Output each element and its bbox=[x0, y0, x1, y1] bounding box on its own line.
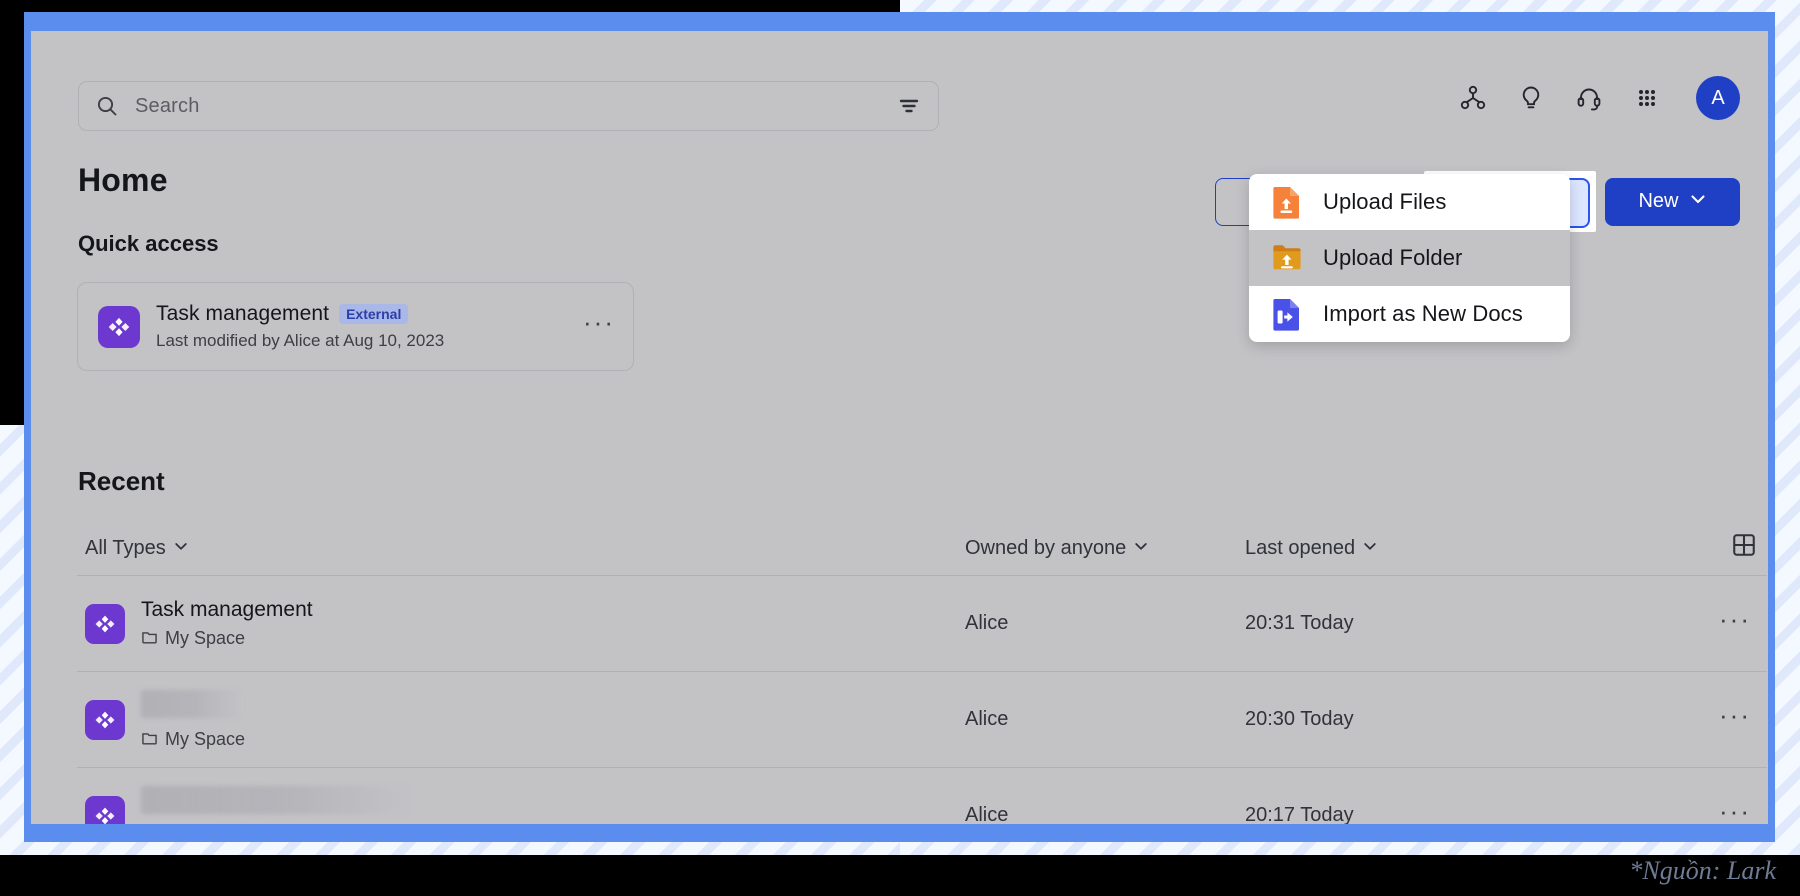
filter-all-types[interactable]: All Types bbox=[77, 537, 965, 560]
row-actions: ··· bbox=[1575, 614, 1767, 634]
org-chart-icon[interactable] bbox=[1458, 83, 1488, 113]
chevron-down-icon bbox=[1689, 190, 1707, 214]
menu-item-upload-folder[interactable]: Upload Folder bbox=[1249, 230, 1570, 286]
header-icon-cluster: A bbox=[1458, 76, 1740, 120]
row-space-label: My Space bbox=[165, 729, 245, 750]
table-body: Task managementMy SpaceAlice20:31 Today·… bbox=[77, 576, 1767, 824]
filter-owned-by[interactable]: Owned by anyone bbox=[965, 537, 1245, 560]
search-placeholder: Search bbox=[135, 95, 200, 118]
row-location: My Space bbox=[141, 729, 245, 750]
table-header-row: All Types Owned by anyone Last opened bbox=[77, 521, 1767, 576]
row-name-text: My Space bbox=[141, 690, 245, 750]
headset-support-icon[interactable] bbox=[1574, 83, 1604, 113]
filter-lines-icon[interactable] bbox=[896, 93, 922, 119]
lightbulb-icon[interactable] bbox=[1516, 83, 1546, 113]
row-more-button[interactable]: ··· bbox=[1719, 710, 1751, 730]
status-badge: External bbox=[339, 304, 408, 324]
avatar-initial: A bbox=[1711, 87, 1724, 110]
quick-access-card-title: Task management bbox=[156, 302, 329, 326]
upload-dropdown-menu: Upload Files Upload Folder Import as New D… bbox=[1249, 174, 1570, 342]
avatar[interactable]: A bbox=[1696, 76, 1740, 120]
row-name-cell: Task management My Space bbox=[77, 598, 965, 649]
row-more-button[interactable]: ··· bbox=[1719, 614, 1751, 634]
base-doc-icon bbox=[85, 604, 125, 644]
search-input[interactable]: Search bbox=[78, 81, 939, 131]
source-watermark: *Nguồn: Lark bbox=[1629, 856, 1776, 886]
menu-item-label: Upload Folder bbox=[1323, 245, 1463, 271]
table-row[interactable]: Task management My Space Alice20:31 Today ·… bbox=[77, 576, 1767, 672]
row-owner: Alice bbox=[965, 708, 1245, 731]
row-actions: ··· bbox=[1575, 710, 1767, 730]
row-space-label: My Space bbox=[165, 628, 245, 649]
row-actions: ··· bbox=[1575, 806, 1767, 825]
redacted-title bbox=[141, 690, 241, 718]
page-title: Home bbox=[78, 162, 168, 199]
new-label: New bbox=[1638, 190, 1678, 213]
filter-last-opened[interactable]: Last opened bbox=[1245, 537, 1575, 560]
search-icon bbox=[95, 94, 119, 118]
new-button[interactable]: New bbox=[1605, 178, 1740, 226]
row-more-button[interactable]: ··· bbox=[1719, 806, 1751, 825]
chevron-down-icon bbox=[1133, 537, 1149, 560]
doc-import-icon bbox=[1271, 297, 1303, 331]
view-toggle-button[interactable] bbox=[1575, 532, 1767, 564]
quick-access-heading: Quick access bbox=[78, 231, 219, 257]
row-last-opened: 20:31 Today bbox=[1245, 612, 1575, 635]
menu-item-label: Import as New Docs bbox=[1323, 301, 1523, 327]
quick-access-card[interactable]: Task management External Last modified b… bbox=[77, 282, 634, 371]
row-name-text: My Space bbox=[141, 786, 409, 825]
grid-view-icon bbox=[1731, 532, 1757, 564]
menu-item-label: Upload Files bbox=[1323, 189, 1446, 215]
folder-upload-icon bbox=[1271, 241, 1303, 275]
table-row[interactable]: My Space Alice20:17 Today ··· bbox=[77, 768, 1767, 824]
base-doc-icon bbox=[98, 306, 140, 348]
menu-item-upload-files[interactable]: Upload Files bbox=[1249, 174, 1570, 230]
base-doc-icon bbox=[85, 700, 125, 740]
row-location: My Space bbox=[141, 628, 313, 649]
row-last-opened: 20:17 Today bbox=[1245, 804, 1575, 824]
menu-item-import-as-new-docs[interactable]: Import as New Docs bbox=[1249, 286, 1570, 342]
chevron-down-icon bbox=[1362, 537, 1378, 560]
app-window: Search bbox=[31, 31, 1768, 824]
recent-table: All Types Owned by anyone Last opened bbox=[77, 521, 1767, 824]
base-doc-icon bbox=[85, 796, 125, 825]
row-last-opened: 20:30 Today bbox=[1245, 708, 1575, 731]
table-row[interactable]: My Space Alice20:30 Today ··· bbox=[77, 672, 1767, 768]
last-opened-label: Last opened bbox=[1245, 537, 1355, 560]
file-upload-icon bbox=[1271, 185, 1303, 219]
row-name-cell: My Space bbox=[77, 690, 965, 750]
chevron-down-icon bbox=[173, 537, 189, 560]
recent-heading: Recent bbox=[78, 466, 165, 497]
folder-icon bbox=[141, 628, 158, 649]
redacted-title bbox=[141, 786, 409, 814]
row-name-cell: My Space bbox=[77, 786, 965, 825]
row-owner: Alice bbox=[965, 612, 1245, 635]
row-name-text: Task management My Space bbox=[141, 598, 313, 649]
all-types-label: All Types bbox=[85, 537, 166, 560]
app-grid-icon[interactable] bbox=[1632, 83, 1662, 113]
row-owner: Alice bbox=[965, 804, 1245, 824]
folder-icon bbox=[141, 729, 158, 750]
quick-access-more-button[interactable]: ··· bbox=[583, 317, 615, 337]
quick-access-card-text: Task management External Last modified b… bbox=[156, 302, 583, 351]
row-title: Task management bbox=[141, 598, 313, 621]
quick-access-card-subtitle: Last modified by Alice at Aug 10, 2023 bbox=[156, 331, 583, 351]
quick-access-title-row: Task management External bbox=[156, 302, 583, 326]
owned-by-label: Owned by anyone bbox=[965, 537, 1126, 560]
